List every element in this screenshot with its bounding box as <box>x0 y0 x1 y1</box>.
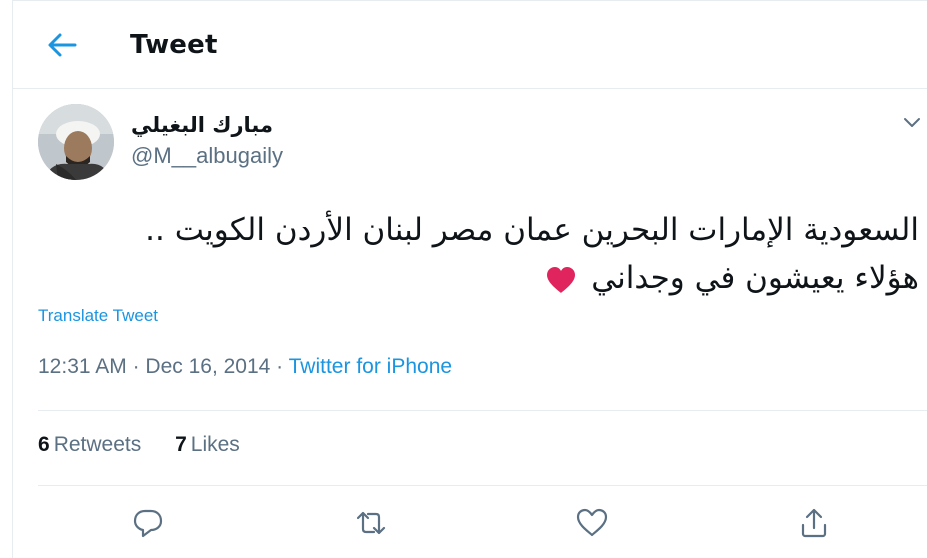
chevron-down-icon[interactable] <box>901 113 923 131</box>
tweet-line-2: هؤلاء يعيشون في وجداني <box>41 254 919 302</box>
tweet-stats: 6 Retweets 7 Likes <box>38 433 268 457</box>
retweets-label: Retweets <box>53 433 142 456</box>
avatar-photo <box>38 104 114 180</box>
tweet-date[interactable]: Dec 16, 2014 <box>145 355 270 378</box>
meta-separator: · <box>270 355 289 378</box>
tweet-line-2-text: هؤلاء يعيشون في وجداني <box>591 260 919 296</box>
divider <box>38 485 927 486</box>
tweet-page: Tweet مبارك البغيلي @M__albugaily السعود… <box>12 0 927 558</box>
retweets-count: 6 <box>38 433 50 456</box>
page-header: Tweet <box>13 1 927 89</box>
tweet-source-link[interactable]: Twitter for iPhone <box>289 355 452 378</box>
share-icon[interactable] <box>796 505 832 541</box>
arrow-left-icon[interactable] <box>45 31 79 59</box>
red-heart-icon <box>547 266 576 293</box>
tweet-line-1: السعودية الإمارات البحرين عمان مصر لبنان… <box>145 212 919 248</box>
tweet-metadata: 12:31 AM · Dec 16, 2014 · Twitter for iP… <box>38 355 452 379</box>
likes-stat[interactable]: 7 Likes <box>175 433 240 457</box>
retweets-stat[interactable]: 6 Retweets <box>38 433 141 457</box>
tweet-time[interactable]: 12:31 AM <box>38 355 127 378</box>
likes-count: 7 <box>175 433 187 456</box>
like-icon[interactable] <box>574 505 610 541</box>
author-handle[interactable]: @M__albugaily <box>131 143 283 169</box>
avatar[interactable] <box>38 104 114 180</box>
likes-label: Likes <box>190 433 240 456</box>
meta-separator: · <box>126 355 146 378</box>
tweet-text: السعودية الإمارات البحرين عمان مصر لبنان… <box>41 206 919 302</box>
retweet-icon[interactable] <box>353 505 389 541</box>
tweet-actions <box>13 501 927 547</box>
translate-tweet-link[interactable]: Translate Tweet <box>38 306 158 326</box>
divider <box>38 410 927 411</box>
page-title: Tweet <box>130 30 218 60</box>
author-display-name[interactable]: مبارك البغيلي <box>131 113 273 137</box>
reply-icon[interactable] <box>130 505 166 541</box>
